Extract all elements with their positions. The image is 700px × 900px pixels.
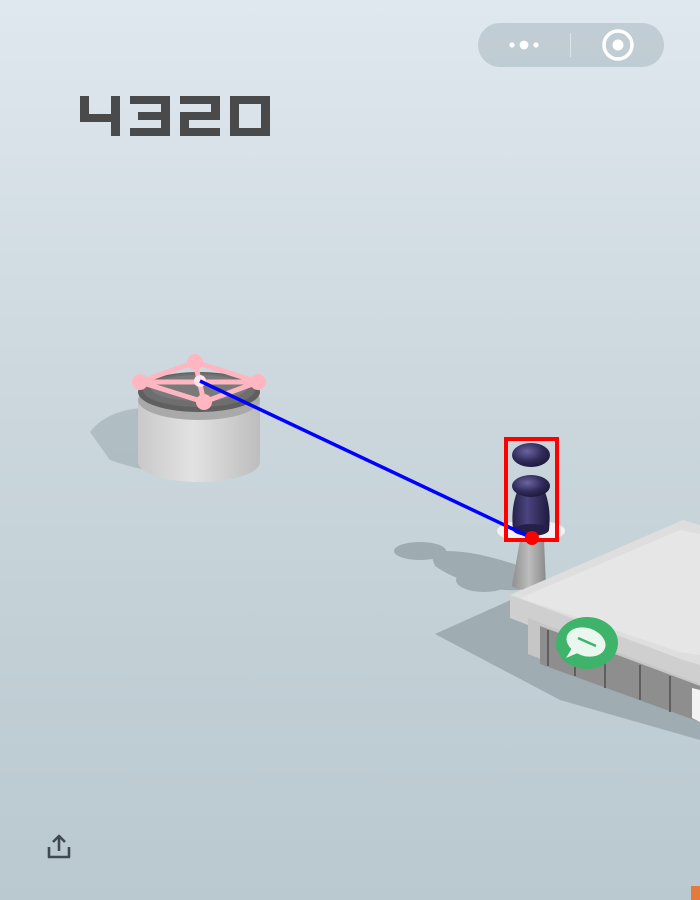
more-button[interactable] [478,23,570,67]
player-piece [512,443,550,536]
player-anchor-point [525,531,539,545]
game-canvas[interactable]: 4320 [0,0,700,900]
score-display: 4320 [78,86,282,142]
more-dots-icon [509,40,539,50]
capsule-menu [478,23,664,67]
target-circle-icon [602,29,634,61]
close-mini-program-button[interactable] [571,23,664,67]
shop-chat-badge-icon [556,617,618,669]
share-upload-icon [47,834,71,859]
score-digits [80,96,270,136]
share-button[interactable] [44,832,74,862]
player-shadow [394,542,520,592]
next-block-edge [691,886,700,900]
